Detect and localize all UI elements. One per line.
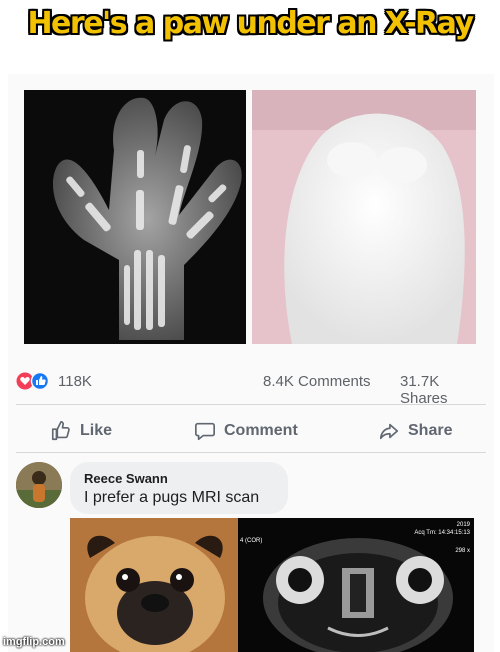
comment-button[interactable]: Comment: [194, 418, 314, 444]
mri-overlay-matrix: 298 x: [455, 548, 470, 554]
pug-photo: [70, 518, 240, 652]
like-button[interactable]: Like: [50, 418, 130, 444]
divider-bottom: [16, 452, 486, 453]
share-arrow-icon: [379, 423, 399, 440]
mri-overlay-series: 4 (COR): [240, 538, 263, 544]
post-stats-row: 118K 8.4K Comments 31.7K Shares: [16, 370, 486, 407]
real-paw-photo[interactable]: [252, 90, 476, 344]
divider-top: [16, 404, 486, 405]
meme-banner: Here's a paw under an X-Ray: [0, 0, 500, 52]
like-label: Like: [80, 422, 113, 439]
comment-bubble-icon: [195, 422, 215, 441]
pug-illustration: [70, 518, 240, 652]
share-label: Share: [408, 422, 453, 439]
mri-overlay-time: Acq Tm: 14:34:15:13: [414, 530, 470, 536]
mri-illustration: [238, 518, 474, 652]
meme-title: Here's a paw under an X-Ray: [27, 6, 474, 41]
mri-overlay-year: 2019: [456, 522, 470, 528]
commenter-avatar[interactable]: [16, 462, 62, 508]
comment-attached-image[interactable]: 2019 Acq Tm: 14:34:15:13 4 (COR) 298 x: [70, 518, 474, 652]
reaction-icons[interactable]: [16, 372, 56, 390]
xray-paw-illustration: [24, 90, 246, 344]
reaction-count[interactable]: 118K: [58, 373, 92, 390]
pug-mri-scan: 2019 Acq Tm: 14:34:15:13 4 (COR) 298 x: [238, 518, 474, 652]
paw-pad-illustration: [252, 90, 476, 344]
comment-label: Comment: [224, 422, 298, 439]
imgflip-watermark: imgflip.com: [3, 636, 65, 648]
comment-author[interactable]: Reece Swann: [84, 471, 168, 486]
avatar-image: [16, 462, 62, 508]
like-reaction-icon: [30, 372, 50, 390]
comment-text: I prefer a pugs MRI scan: [84, 489, 260, 506]
thumbs-up-icon: [51, 421, 70, 441]
xray-paw-photo[interactable]: [24, 90, 246, 344]
comments-count[interactable]: 8.4K Comments: [263, 373, 371, 390]
share-button[interactable]: Share: [378, 418, 468, 444]
shares-count[interactable]: 31.7K Shares: [400, 373, 486, 407]
comment-bubble: Reece Swann I prefer a pugs MRI scan: [70, 462, 288, 514]
